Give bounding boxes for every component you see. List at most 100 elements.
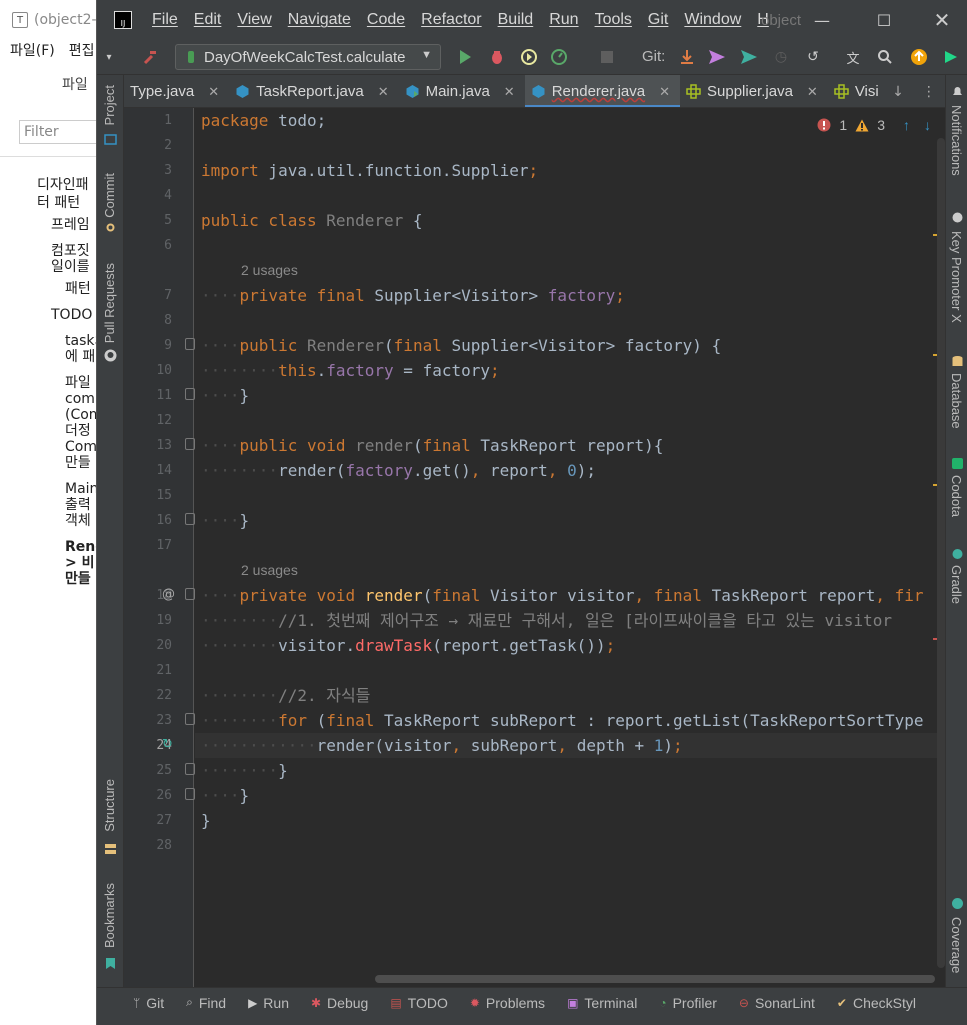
usages-hint[interactable]: 2 usages xyxy=(241,562,298,578)
outline-item[interactable]: Main xyxy=(0,481,100,497)
rollback-icon[interactable]: ↺ xyxy=(803,47,823,67)
outline-item[interactable]: TODO xyxy=(0,307,100,323)
tool-key-promoter[interactable]: Key Promoter X xyxy=(949,231,964,323)
tool-notifications[interactable]: Notifications xyxy=(949,105,964,176)
menu-code[interactable]: Code xyxy=(367,11,405,29)
arrow-down-icon[interactable]: ↓ xyxy=(892,84,904,100)
override-at-icon[interactable]: @ xyxy=(162,587,175,602)
outline-item[interactable]: 출력 xyxy=(0,497,100,513)
translate-icon[interactable]: 文 xyxy=(843,47,863,67)
menu-git[interactable]: Git xyxy=(648,11,668,29)
bg-menu-file[interactable]: 파일(F) xyxy=(10,40,55,64)
fold-marker-icon[interactable] xyxy=(185,788,195,800)
close-tab-icon[interactable]: ✕ xyxy=(378,84,389,100)
outline-item[interactable]: 만들 xyxy=(0,455,100,471)
tool-run[interactable]: ▶ Run xyxy=(248,995,289,1011)
run-with-coverage-icon[interactable] xyxy=(519,47,539,67)
build-hammer-icon[interactable] xyxy=(141,47,161,67)
jetbrains-toolbox-icon[interactable] xyxy=(941,47,961,67)
tool-find[interactable]: ⌕ Find xyxy=(186,995,226,1011)
outline-item[interactable]: 디자인패 xyxy=(0,175,100,195)
tab-renderer-java[interactable]: Renderer.java ✕ xyxy=(524,75,681,107)
menu-edit[interactable]: Edit xyxy=(194,11,222,29)
outline-item[interactable]: task의 xyxy=(0,333,100,349)
outline-item[interactable]: comp xyxy=(0,391,100,407)
fold-marker-icon[interactable] xyxy=(185,763,195,775)
close-tab-icon[interactable]: ✕ xyxy=(807,84,818,100)
tool-codota[interactable]: Codota xyxy=(949,475,964,517)
tool-checkstyle[interactable]: ✔ CheckStyl xyxy=(837,995,916,1011)
tab-supplier-java[interactable]: Supplier.java ✕ xyxy=(680,75,828,107)
outline-item-active[interactable]: 만들 xyxy=(0,571,100,587)
fold-marker-icon[interactable] xyxy=(185,713,195,725)
tool-pull-requests[interactable]: Pull Requests xyxy=(102,263,117,343)
search-icon[interactable] xyxy=(875,47,895,67)
usages-hint[interactable]: 2 usages xyxy=(241,262,298,278)
outline-item[interactable]: Com xyxy=(0,439,100,455)
tool-sonarlint[interactable]: ⊖ SonarLint xyxy=(739,995,815,1011)
outline-item[interactable]: (Com xyxy=(0,407,100,423)
tab-type-java[interactable]: Type.java ✕ xyxy=(124,75,229,107)
outline-item[interactable]: 더정 xyxy=(0,423,100,439)
outline-item-active[interactable]: Renc xyxy=(0,539,100,555)
tool-gradle[interactable]: Gradle xyxy=(949,565,964,604)
fold-marker-icon[interactable] xyxy=(185,438,195,450)
minimize-icon[interactable]: — xyxy=(807,8,837,32)
outline-item[interactable]: 일이를 xyxy=(0,259,100,275)
git-push-icon[interactable] xyxy=(739,47,759,67)
menu-file[interactable]: File xyxy=(152,11,178,29)
tab-taskreport-java[interactable]: TaskReport.java ✕ xyxy=(229,75,398,107)
outline-item-active[interactable]: > 비 xyxy=(0,555,100,571)
git-commit-icon[interactable] xyxy=(707,47,727,67)
run-configuration-select[interactable]: DayOfWeekCalcTest.calculate ▼ xyxy=(175,44,441,70)
code-area[interactable]: package todo; import java.util.function.… xyxy=(195,108,945,987)
previous-highlight-icon[interactable]: ↑ xyxy=(903,117,910,133)
horizontal-scrollbar[interactable] xyxy=(375,975,935,983)
tool-debug[interactable]: ✱ Debug xyxy=(311,995,368,1011)
fold-marker-icon[interactable] xyxy=(185,388,195,400)
outline-item[interactable]: 터 패턴 xyxy=(0,195,100,211)
fold-marker-icon[interactable] xyxy=(185,513,195,525)
outline-item[interactable]: 에 패 xyxy=(0,349,100,365)
fold-marker-icon[interactable] xyxy=(185,338,195,350)
tool-problems[interactable]: ✹ Problems xyxy=(470,995,545,1011)
code-editor[interactable]: 1 2 3 4 5 6 7 8 9 10 11 12 13 14 15 16 1… xyxy=(124,108,945,987)
outline-item[interactable]: 컴포짓 xyxy=(0,243,100,259)
git-update-icon[interactable] xyxy=(677,47,697,67)
run-icon[interactable] xyxy=(455,47,475,67)
close-tab-icon[interactable]: ✕ xyxy=(659,84,670,100)
tool-commit[interactable]: Commit xyxy=(102,173,117,218)
stop-icon[interactable] xyxy=(597,47,617,67)
close-tab-icon[interactable]: ✕ xyxy=(208,84,219,100)
outline-item[interactable]: 파일 xyxy=(0,375,100,391)
more-vertical-icon[interactable]: ⋮ xyxy=(922,84,936,100)
menu-refactor[interactable]: Refactor xyxy=(421,11,481,29)
tool-database[interactable]: Database xyxy=(949,373,964,429)
outline-item[interactable]: 프레임 xyxy=(0,217,100,233)
history-icon[interactable]: ◷ xyxy=(771,47,791,67)
tool-git[interactable]: ᛘ Git xyxy=(133,995,164,1011)
menu-window[interactable]: Window xyxy=(684,11,741,29)
debug-icon[interactable] xyxy=(487,47,507,67)
menu-view[interactable]: View xyxy=(237,11,271,29)
menu-run[interactable]: Run xyxy=(549,11,578,29)
close-icon[interactable]: ✕ xyxy=(927,8,957,32)
tab-main-java[interactable]: Main.java ✕ xyxy=(399,75,525,107)
profiler-icon[interactable] xyxy=(549,47,569,67)
maximize-icon[interactable]: ☐ xyxy=(869,8,899,32)
tool-todo[interactable]: ▤ TODO xyxy=(390,995,448,1011)
tool-coverage[interactable]: Coverage xyxy=(949,917,964,973)
outline-item[interactable]: 객체 xyxy=(0,513,100,529)
tool-structure[interactable]: Structure xyxy=(102,779,117,832)
outline-item[interactable]: 패턴 xyxy=(0,281,100,297)
menu-navigate[interactable]: Navigate xyxy=(288,11,351,29)
inspections-widget[interactable]: 1 3 ↑ ↓ xyxy=(817,117,931,133)
update-available-icon[interactable] xyxy=(909,47,929,67)
tool-project[interactable]: Project xyxy=(102,85,117,125)
bg-menu-edit[interactable]: 편집 xyxy=(69,40,95,64)
tab-visitor-java[interactable]: Visi xyxy=(828,75,889,107)
next-highlight-icon[interactable]: ↓ xyxy=(924,117,931,133)
menu-tools[interactable]: Tools xyxy=(595,11,632,29)
tool-bookmarks[interactable]: Bookmarks xyxy=(102,883,117,948)
close-tab-icon[interactable]: ✕ xyxy=(504,84,515,100)
